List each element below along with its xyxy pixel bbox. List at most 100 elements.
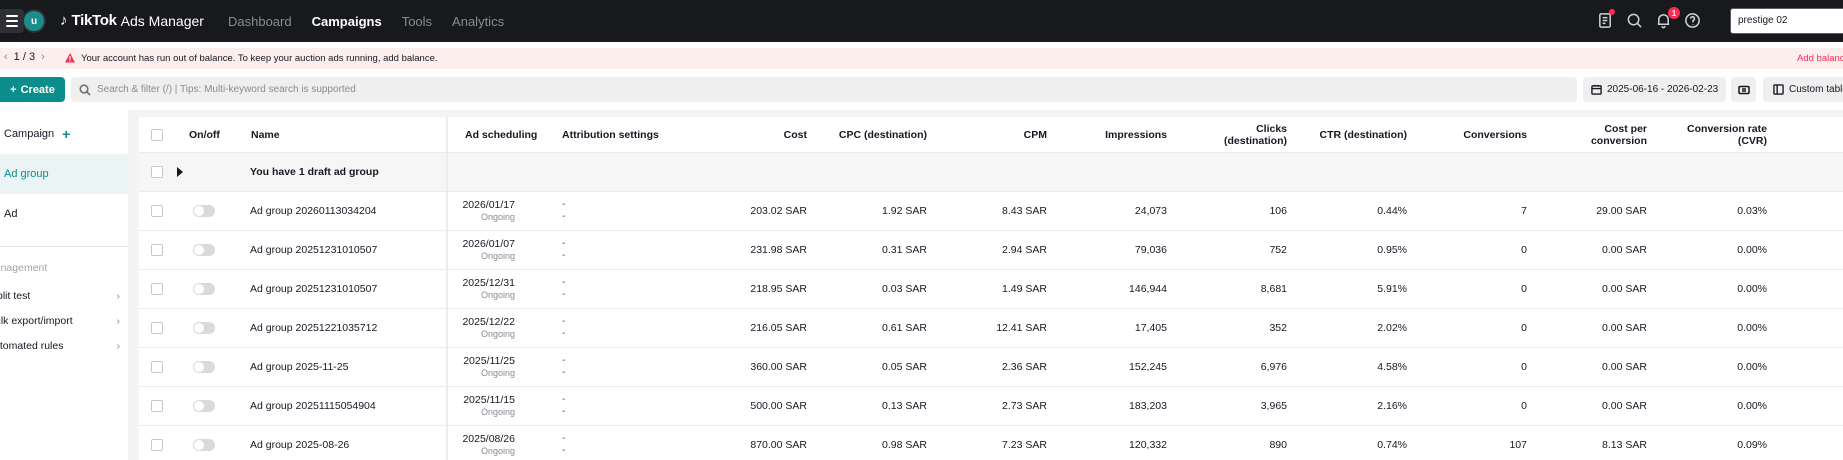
pager-next-icon[interactable]: › [41, 51, 45, 63]
sidebar-link-bulk-export[interactable]: Bulk export/import › [0, 315, 120, 327]
add-balance-link[interactable]: Add balance [1797, 53, 1843, 64]
cell-conversions: 0 [1521, 400, 1527, 412]
cell-cpc: 0.98 SAR [882, 439, 927, 451]
table-row[interactable]: Ad group 2025-08-26 2025/08/26 Ongoing - - 87… [139, 426, 1843, 460]
cell-cost: 500.00 SAR [750, 400, 807, 412]
custom-table-button[interactable]: Custom table [1763, 77, 1843, 102]
sidebar-item-campaign[interactable]: Campaign + [0, 114, 128, 154]
attribution-line-2: - [562, 250, 566, 261]
date-range-picker[interactable]: 2025-06-16 - 2026-02-23 [1583, 77, 1726, 102]
status-toggle[interactable] [193, 244, 215, 256]
header-scheduling[interactable]: Ad scheduling [465, 117, 537, 152]
attribution-cell: -- [562, 192, 565, 230]
search-filter-box[interactable] [71, 77, 1577, 102]
status-toggle[interactable] [193, 322, 215, 334]
header-ctr[interactable]: CTR (destination) [1287, 117, 1408, 152]
sidebar-link-automated-rules[interactable]: Automated rules › [0, 340, 120, 352]
cell-ctr: 0.74% [1377, 439, 1407, 451]
table-row[interactable]: Ad group 20251231010507 2025/12/31 Ongoing… [139, 270, 1843, 309]
main-nav: Dashboard Campaigns Tools Analytics [228, 0, 524, 42]
row-checkbox[interactable] [151, 244, 163, 256]
cell-cost: 218.95 SAR [750, 283, 807, 295]
ad-group-name[interactable]: Ad group 20251115054904 [250, 387, 376, 425]
bell-icon[interactable]: 1 [1654, 7, 1680, 29]
search-input[interactable] [97, 84, 697, 95]
table-row[interactable]: Ad group 20251231010507 2026/01/07 Ongoing… [139, 231, 1843, 270]
nav-tools[interactable]: Tools [402, 14, 432, 29]
attribution-line-2: - [562, 211, 566, 222]
ad-group-name[interactable]: Ad group 20251231010507 [250, 231, 377, 269]
table-row[interactable]: Ad group 20260113034204 2026/01/17 Ongoing… [139, 192, 1843, 231]
select-all-checkbox[interactable] [151, 128, 163, 141]
row-checkbox[interactable] [151, 205, 163, 217]
compare-button[interactable] [1731, 77, 1756, 102]
attribution-line-1: - [562, 355, 566, 366]
avatar[interactable]: u [24, 11, 44, 31]
cell-ctr: 5.91% [1377, 283, 1407, 295]
row-checkbox[interactable] [151, 283, 163, 295]
pager-label: 1 / 3 [13, 51, 36, 63]
draft-row[interactable]: You have 1 draft ad group [139, 153, 1843, 192]
task-dot [1609, 9, 1615, 15]
status-toggle[interactable] [193, 400, 215, 412]
table-row[interactable]: Ad group 20251221035712 2025/12/22 Ongoing… [139, 309, 1843, 348]
header-attribution[interactable]: Attribution settings [562, 117, 659, 152]
header-conversions[interactable]: Conversions [1407, 117, 1527, 152]
sidebar-divider [0, 246, 128, 247]
status-toggle[interactable] [193, 361, 215, 373]
ad-group-name[interactable]: Ad group 20251231010507 [250, 270, 377, 308]
ad-group-name[interactable]: Ad group 2025-11-25 [250, 348, 348, 386]
account-selector[interactable]: prestige 02 [1730, 8, 1843, 34]
sidebar-item-ad-group[interactable]: Ad group [0, 154, 128, 194]
task-icon[interactable] [1596, 9, 1615, 29]
header-cost-per-conversion[interactable]: Cost per conversion [1527, 117, 1647, 152]
menu-icon[interactable] [0, 9, 24, 33]
pager-prev-icon[interactable]: ‹ [4, 51, 8, 63]
sidebar-link-split-test[interactable]: Split test › [0, 290, 120, 302]
status-toggle[interactable] [193, 283, 215, 295]
table-row[interactable]: Ad group 2025-11-25 2025/11/25 Ongoing - - 36… [139, 348, 1843, 387]
status-toggle[interactable] [193, 205, 215, 217]
nav-dashboard[interactable]: Dashboard [228, 14, 292, 29]
logo-brand: TikTok [71, 12, 117, 29]
help-icon[interactable] [1683, 11, 1701, 29]
search-icon[interactable] [1625, 11, 1643, 29]
cell-cpm: 2.73 SAR [1002, 400, 1047, 412]
status-toggle[interactable] [193, 439, 215, 451]
sidebar-item-ad[interactable]: Ad [0, 194, 128, 234]
cell-cvr: 0.09% [1737, 439, 1767, 451]
row-checkbox[interactable] [151, 361, 163, 373]
header-cvr[interactable]: Conversion rate (CVR) [1647, 117, 1767, 152]
ad-group-name[interactable]: Ad group 20251221035712 [250, 309, 377, 347]
nav-campaigns[interactable]: Campaigns [312, 14, 382, 29]
nav-analytics[interactable]: Analytics [452, 14, 504, 29]
caret-right-icon[interactable] [177, 167, 183, 177]
cell-cpm: 12.41 SAR [996, 322, 1047, 334]
create-button[interactable]: + Create [0, 77, 65, 102]
header-cvr-line2: (CVR) [1737, 134, 1767, 147]
ad-group-name[interactable]: Ad group 20260113034204 [250, 192, 377, 230]
row-checkbox[interactable] [151, 400, 163, 412]
add-campaign-icon[interactable]: + [62, 126, 70, 142]
cell-cvr: 0.00% [1737, 322, 1767, 334]
header-cvr-line1: Conversion rate [1687, 122, 1767, 135]
sidebar-link-label: Automated rules [0, 340, 64, 352]
header-clicks[interactable]: Clicks (destination) [1167, 117, 1287, 152]
header-cost[interactable]: Cost [699, 117, 807, 152]
ad-group-name[interactable]: Ad group 2025-08-26 [250, 426, 349, 460]
cell-impressions: 17,405 [1134, 322, 1167, 334]
row-checkbox[interactable] [151, 322, 163, 334]
header-onoff[interactable]: On/off [189, 117, 220, 152]
attribution-line-2: - [562, 406, 566, 417]
table-row[interactable]: Ad group 20251115054904 2025/11/15 Ongoing… [139, 387, 1843, 426]
header-cpm[interactable]: CPM [927, 117, 1047, 152]
header-impressions[interactable]: Impressions [1047, 117, 1167, 152]
cell-ctr: 0.95% [1377, 244, 1407, 256]
attribution-line-2: - [562, 445, 566, 456]
header-cpc[interactable]: CPC (destination) [807, 117, 927, 152]
header-name[interactable]: Name [251, 117, 280, 152]
cell-clicks: 752 [1269, 244, 1287, 256]
row-checkbox[interactable] [151, 439, 163, 451]
row-checkbox[interactable] [151, 166, 163, 178]
logo[interactable]: ♪ TikTok Ads Manager [60, 12, 204, 29]
